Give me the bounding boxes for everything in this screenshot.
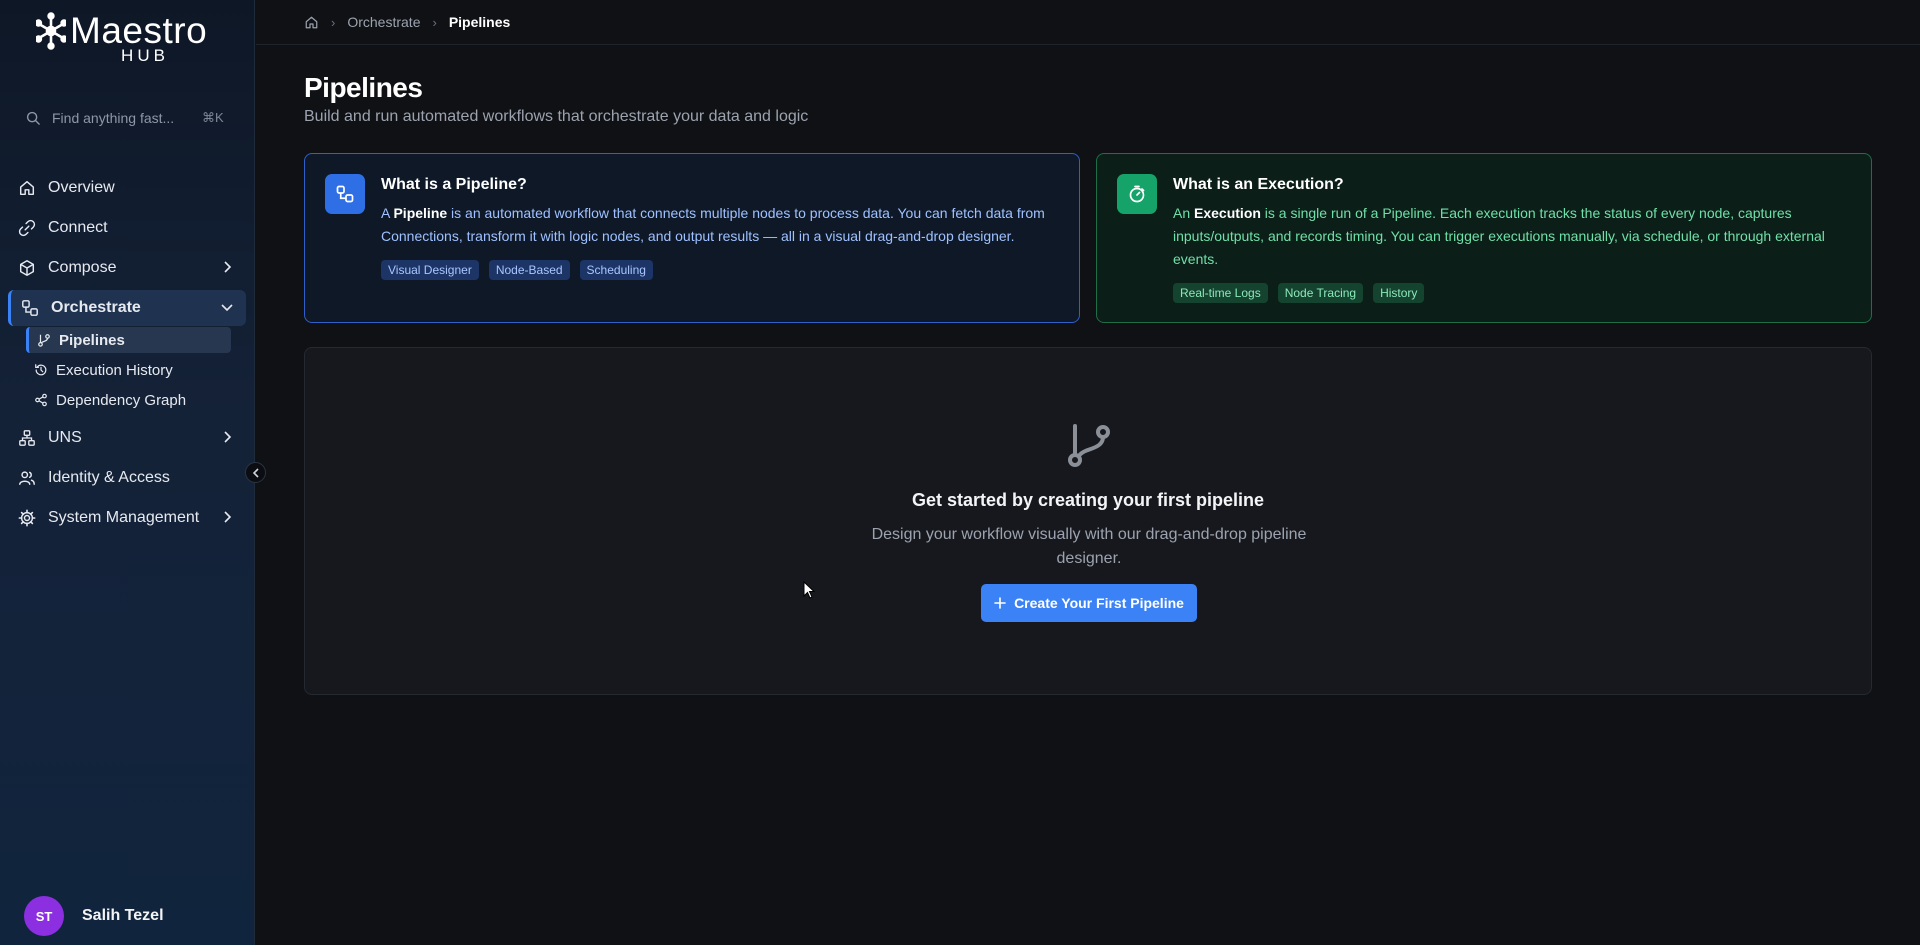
- empty-state-title: Get started by creating your first pipel…: [911, 490, 1265, 510]
- history-icon: [35, 364, 47, 376]
- search-icon: [26, 111, 40, 125]
- sidebar-item-pipelines[interactable]: Pipelines: [26, 327, 231, 353]
- empty-state-description: Design your workflow visually with our d…: [871, 526, 1307, 567]
- brand-logo[interactable]: Maestro HUB: [36, 10, 226, 66]
- nav-item-uns[interactable]: UNS: [8, 420, 246, 456]
- chevron-left-icon: [252, 467, 259, 478]
- nav-label: UNS: [48, 429, 82, 446]
- nav-label: Orchestrate: [51, 299, 141, 316]
- home-icon[interactable]: [304, 15, 319, 30]
- chevron-right-icon: [224, 511, 232, 523]
- card-title: What is a Pipeline?: [381, 176, 527, 193]
- tag-list: Visual Designer Node-Based Scheduling: [381, 260, 1051, 280]
- users-icon: [19, 471, 35, 486]
- nav-label: System Management: [48, 509, 200, 526]
- global-search[interactable]: ⌘K: [26, 104, 226, 132]
- home-icon: [19, 180, 35, 196]
- git-branch-icon: [1068, 424, 1110, 467]
- user-profile[interactable]: ST Salih Tezel: [24, 896, 164, 936]
- tag-badge: History: [1373, 283, 1425, 303]
- git-branch-icon: [38, 334, 50, 347]
- page-title: Pipelines: [304, 72, 423, 103]
- breadcrumb-current: Pipelines: [448, 14, 511, 30]
- cube-icon: [19, 260, 35, 276]
- chevron-right-icon: ›: [331, 14, 336, 30]
- nav-item-overview[interactable]: Overview: [8, 170, 246, 206]
- nav-item-identity-access[interactable]: Identity & Access: [8, 460, 246, 496]
- sub-label: Dependency Graph: [56, 391, 187, 409]
- button-label: Create Your First Pipeline: [1014, 595, 1184, 611]
- chevron-right-icon: ›: [432, 14, 437, 30]
- link-icon: [18, 219, 36, 237]
- sidebar: Maestro HUB ⌘K Overview Connect Compose …: [0, 0, 255, 945]
- breadcrumb: › Orchestrate › Pipelines: [256, 0, 1920, 45]
- search-input[interactable]: [52, 110, 190, 126]
- plus-icon: [994, 597, 1006, 609]
- mouse-cursor-icon: [803, 581, 815, 599]
- stopwatch-icon: [1117, 174, 1157, 214]
- tag-badge: Visual Designer: [381, 260, 479, 280]
- execution-info-card: What is an Execution? An Execution is a …: [1096, 153, 1872, 323]
- logo-icon: [36, 12, 66, 50]
- sub-label: Pipelines: [59, 331, 125, 349]
- nav-item-system-management[interactable]: System Management: [8, 500, 246, 536]
- create-first-pipeline-button[interactable]: Create Your First Pipeline: [981, 584, 1197, 622]
- brand-sub: HUB: [121, 46, 169, 65]
- tag-badge: Scheduling: [579, 260, 653, 280]
- empty-state-panel: Get started by creating your first pipel…: [304, 347, 1872, 695]
- nav-item-compose[interactable]: Compose: [8, 250, 246, 286]
- chevron-right-icon: [224, 261, 232, 273]
- tag-badge: Real-time Logs: [1173, 283, 1268, 303]
- nav-item-orchestrate[interactable]: Orchestrate: [8, 290, 246, 326]
- nav-item-connect[interactable]: Connect: [8, 210, 246, 246]
- page-subtitle: Build and run automated workflows that o…: [304, 108, 809, 125]
- breadcrumb-orchestrate[interactable]: Orchestrate: [347, 14, 420, 30]
- sidebar-collapse-button[interactable]: [245, 462, 266, 483]
- nav-label: Connect: [48, 219, 108, 236]
- tag-badge: Node-Based: [488, 260, 570, 280]
- workflow-icon: [325, 174, 365, 214]
- user-name: Salih Tezel: [82, 907, 164, 924]
- share-graph-icon: [35, 393, 47, 407]
- pipeline-info-card: What is a Pipeline? A Pipeline is an aut…: [304, 153, 1080, 323]
- tag-badge: Node Tracing: [1277, 283, 1364, 303]
- nav-label: Overview: [48, 179, 115, 196]
- avatar: ST: [24, 896, 64, 936]
- gear-icon: [18, 509, 36, 527]
- network-icon: [19, 430, 35, 446]
- workflow-icon: [22, 300, 38, 316]
- chevron-down-icon: [221, 304, 233, 312]
- card-title: What is an Execution?: [1173, 176, 1344, 193]
- nav-label: Identity & Access: [48, 469, 170, 486]
- nav-label: Compose: [48, 259, 117, 276]
- sidebar-item-dependency-graph[interactable]: Dependency Graph: [26, 387, 231, 413]
- sidebar-item-execution-history[interactable]: Execution History: [26, 357, 231, 383]
- tag-list: Real-time Logs Node Tracing History: [1173, 283, 1843, 303]
- chevron-right-icon: [224, 431, 232, 443]
- card-description: A Pipeline is an automated workflow that…: [381, 205, 1045, 244]
- sub-label: Execution History: [56, 361, 173, 379]
- search-shortcut: ⌘K: [202, 110, 224, 125]
- card-description: An Execution is a single run of a Pipeli…: [1173, 205, 1825, 267]
